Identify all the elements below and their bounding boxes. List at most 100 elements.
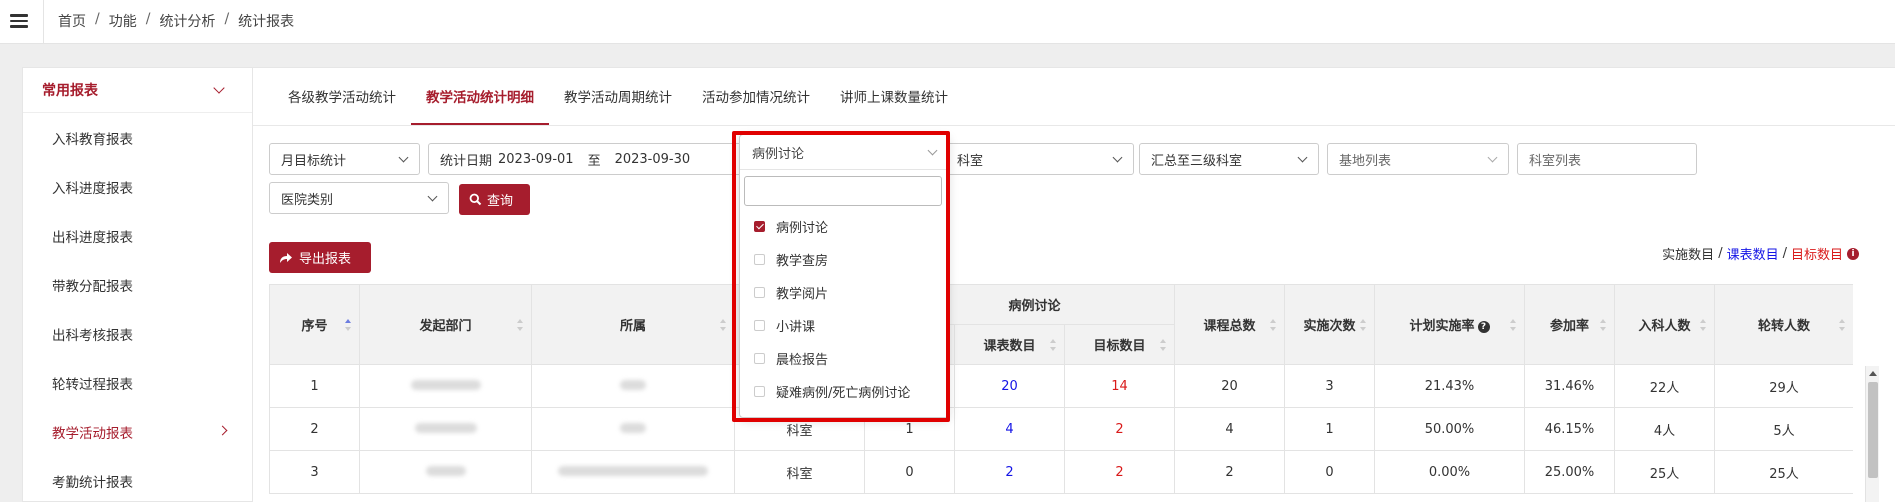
cell-join: 46.15%	[1524, 407, 1615, 451]
tab-activity-detail[interactable]: 教学活动统计明细	[411, 68, 549, 126]
col-header-belong[interactable]: 所属	[531, 284, 735, 365]
date-range-separator: 至	[587, 153, 601, 169]
tab-activity-period[interactable]: 教学活动周期统计	[549, 68, 687, 126]
base-list-placeholder: 基地列表	[1339, 153, 1392, 169]
scroll-up-icon[interactable]	[1869, 371, 1877, 376]
sort-icon[interactable]	[1700, 318, 1707, 331]
cell-belong-redacted	[531, 364, 735, 408]
legend-separator: /	[1718, 246, 1723, 261]
col-header-label: 参加率	[1549, 319, 1589, 334]
date-label: 统计日期	[440, 153, 493, 169]
cell-join: 31.46%	[1524, 364, 1615, 408]
hospital-type-value: 医院类别	[281, 192, 334, 208]
col-header-target[interactable]: 目标数目	[1064, 324, 1175, 365]
info-icon[interactable]: i	[1847, 247, 1859, 260]
sidebar-item-entry-progress[interactable]: 入科进度报表	[23, 162, 252, 211]
cell-rate: 21.43%	[1374, 364, 1525, 408]
col-header-sched[interactable]: 课表数目	[954, 324, 1065, 365]
cell-total: 2	[1174, 450, 1285, 494]
sort-icon[interactable]	[1839, 318, 1846, 331]
col-header-count[interactable]: 实施次数	[1284, 284, 1375, 365]
redacted-text	[414, 422, 477, 433]
share-arrow-icon	[280, 252, 292, 263]
tab-lecturer-count[interactable]: 讲师上课数量统计	[825, 68, 963, 126]
sort-icon[interactable]	[1360, 318, 1367, 331]
breadcrumb-function[interactable]: 功能	[109, 11, 137, 31]
tab-participation[interactable]: 活动参加情况统计	[687, 68, 825, 126]
col-group-label: 病例讨论	[1008, 299, 1061, 314]
date-to[interactable]: 2023-09-30	[615, 152, 691, 167]
sort-icon[interactable]	[1510, 318, 1517, 331]
dept-list-select[interactable]: 科室列表	[1517, 143, 1697, 175]
col-header-label: 入科人数	[1638, 319, 1691, 334]
sidebar-item-label: 出科进度报表	[52, 229, 133, 246]
stat-type-select[interactable]: 月目标统计	[269, 143, 420, 175]
col-header-label: 课表数目	[983, 339, 1036, 354]
sort-icon[interactable]	[1160, 338, 1167, 351]
col-header-dept[interactable]: 发起部门	[359, 284, 532, 365]
col-header-label: 实施次数	[1303, 319, 1356, 334]
sort-asc-icon[interactable]	[345, 318, 352, 331]
sidebar-item-label: 出科考核报表	[52, 327, 133, 344]
legend-scheduled: 课表数目	[1726, 248, 1779, 263]
scrollbar-thumb[interactable]	[1868, 382, 1878, 478]
sidebar-item-teaching-assignment[interactable]: 带教分配报表	[23, 260, 252, 309]
cell-type: 科室	[734, 450, 865, 494]
cell-dept-redacted	[359, 364, 532, 408]
dept-select[interactable]: 科室	[947, 143, 1134, 175]
sort-icon[interactable]	[720, 318, 727, 331]
cell-sched: 20	[954, 364, 1065, 408]
help-icon[interactable]: ?	[1477, 321, 1490, 333]
sidebar-item-exit-exam[interactable]: 出科考核报表	[23, 309, 252, 358]
col-header-rotate[interactable]: 轮转人数	[1714, 284, 1853, 365]
report-table-container: 序号 发起部门 所属 病例讨论 课程总数 实施次数 计划实施率? 参加率 入科人…	[269, 284, 1853, 502]
export-label: 导出报表	[299, 252, 352, 267]
hamburger-menu-icon[interactable]	[10, 11, 28, 29]
date-range-field[interactable]: 统计日期 2023-09-01 至 2023-09-30	[428, 143, 739, 175]
breadcrumb-separator: /	[224, 11, 230, 27]
sidebar-item-rotation-process[interactable]: 轮转过程报表	[23, 358, 252, 407]
sort-icon[interactable]	[1270, 318, 1277, 331]
col-header-total[interactable]: 课程总数	[1174, 284, 1285, 365]
top-bar: 首页 / 功能 / 统计分析 / 统计报表	[0, 0, 1895, 44]
query-button[interactable]: 查询	[459, 184, 530, 215]
col-header-seq[interactable]: 序号	[269, 284, 360, 365]
base-list-select[interactable]: 基地列表	[1327, 143, 1509, 175]
cell-dept-redacted	[359, 450, 532, 494]
col-header-label: 目标数目	[1093, 339, 1146, 354]
sidebar-item-teaching-activity[interactable]: 教学活动报表	[23, 407, 252, 456]
breadcrumb-analysis[interactable]: 统计分析	[159, 11, 215, 31]
sidebar-group-common-reports[interactable]: 常用报表	[23, 68, 252, 113]
legend: 实施数目 / 课表数目 / 目标数目 i	[1662, 244, 1859, 263]
cell-seq: 2	[269, 407, 360, 451]
cell-enter: 22人	[1614, 364, 1715, 408]
sort-icon[interactable]	[1600, 318, 1607, 331]
chevron-down-icon	[427, 191, 438, 202]
redacted-text	[410, 379, 481, 390]
summary-level-select[interactable]: 汇总至三级科室	[1139, 143, 1319, 175]
breadcrumb-home[interactable]: 首页	[58, 11, 86, 31]
dept-value: 科室	[957, 153, 984, 169]
search-icon	[469, 193, 482, 206]
sidebar-item-exit-progress[interactable]: 出科进度报表	[23, 211, 252, 260]
cell-target: 2	[1064, 407, 1175, 451]
sort-icon[interactable]	[1050, 338, 1057, 351]
sort-icon[interactable]	[517, 318, 524, 331]
sidebar-item-attendance[interactable]: 考勤统计报表	[23, 456, 252, 502]
col-header-enter[interactable]: 入科人数	[1614, 284, 1715, 365]
col-header-rate[interactable]: 计划实施率?	[1374, 284, 1525, 365]
sidebar-item-label: 考勤统计报表	[52, 474, 133, 491]
stat-type-value: 月目标统计	[281, 153, 347, 169]
table-scrollbar[interactable]	[1865, 366, 1879, 502]
hospital-type-select[interactable]: 医院类别	[269, 182, 449, 214]
col-header-label: 计划实施率	[1409, 319, 1475, 334]
chevron-down-icon	[1487, 152, 1498, 163]
tab-level-activity-stats[interactable]: 各级教学活动统计	[273, 68, 411, 126]
col-header-join[interactable]: 参加率	[1524, 284, 1615, 365]
breadcrumb-separator: /	[95, 11, 100, 27]
redacted-text	[620, 379, 646, 390]
export-report-button[interactable]: 导出报表	[269, 242, 371, 273]
sidebar-item-entry-education[interactable]: 入科教育报表	[23, 113, 252, 162]
date-from[interactable]: 2023-09-01	[498, 152, 574, 167]
redacted-text	[620, 422, 646, 433]
